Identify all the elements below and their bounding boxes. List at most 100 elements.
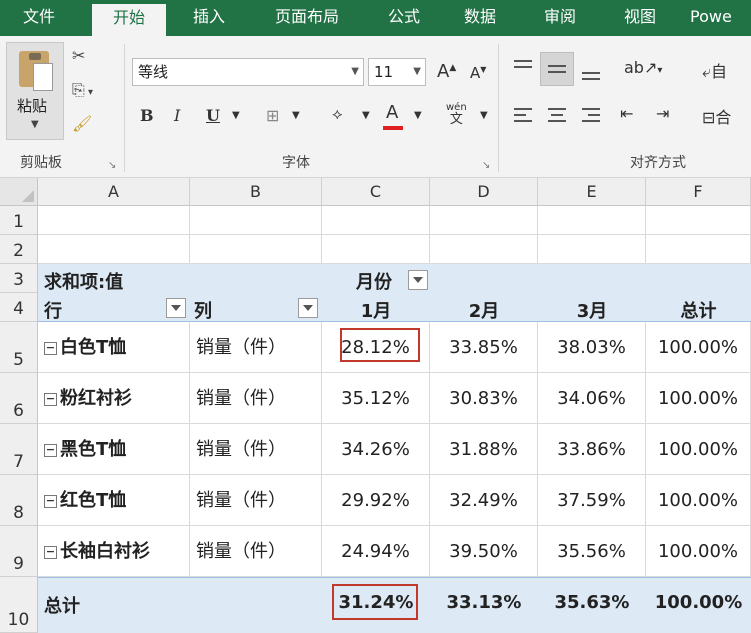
row-header[interactable]: 4 [0, 293, 38, 322]
pivot-value-cell[interactable]: 100.00% [646, 373, 751, 424]
row-header[interactable]: 1 [0, 206, 38, 235]
cell[interactable] [538, 206, 646, 235]
align-bottom-button[interactable] [574, 52, 608, 86]
wrap-text-button[interactable]: ⤶自 [702, 58, 727, 82]
tab-view[interactable]: 视图 [608, 0, 672, 36]
pivot-value-cell[interactable]: 39.50% [430, 526, 538, 577]
pivot-value-cell[interactable]: 35.12% [322, 373, 430, 424]
font-name-field[interactable]: 等线 ▼ [132, 58, 364, 86]
align-middle-button[interactable] [540, 52, 574, 86]
cell[interactable] [430, 206, 538, 235]
tab-home[interactable]: 开始 [92, 4, 166, 36]
column-header-c[interactable]: C [322, 178, 430, 206]
collapse-icon[interactable]: − [44, 444, 57, 457]
col-filter-button[interactable] [298, 298, 318, 318]
decrease-indent-icon[interactable]: ⇤ [620, 104, 633, 123]
chevron-down-icon[interactable]: ▼ [414, 110, 422, 121]
grow-font-button[interactable]: A▲ [437, 61, 456, 82]
pivot-value-cell[interactable]: 29.92% [322, 475, 430, 526]
align-right-button[interactable] [574, 98, 608, 132]
pivot-value-cell[interactable]: 31.88% [430, 424, 538, 475]
collapse-icon[interactable]: − [44, 495, 57, 508]
pivot-measure-cell[interactable]: 销量（件） [190, 322, 322, 373]
row-header[interactable]: 6 [0, 373, 38, 424]
pivot-row-item[interactable]: − 长袖白衬衫 [38, 526, 190, 577]
format-painter-icon[interactable]: 🖌 [72, 114, 92, 133]
grand-total-value[interactable]: 33.13% [430, 592, 538, 613]
cell[interactable] [322, 235, 430, 264]
collapse-icon[interactable]: − [44, 342, 57, 355]
increase-indent-icon[interactable]: ⇥ [656, 104, 669, 123]
cell[interactable] [38, 206, 190, 235]
cell[interactable] [38, 235, 190, 264]
align-left-button[interactable] [506, 98, 540, 132]
collapse-icon[interactable]: − [44, 393, 57, 406]
cell[interactable] [322, 206, 430, 235]
pivot-value-cell[interactable]: 35.56% [538, 526, 646, 577]
row-header[interactable]: 9 [0, 526, 38, 577]
tab-insert[interactable]: 插入 [174, 0, 244, 36]
italic-button[interactable]: I [174, 106, 180, 125]
chevron-down-icon[interactable]: ▼ [292, 110, 300, 121]
chevron-down-icon[interactable]: ▼ [362, 110, 370, 121]
cell[interactable] [646, 235, 751, 264]
font-color-icon[interactable]: A [386, 102, 398, 123]
pivot-value-cell[interactable]: 100.00% [646, 475, 751, 526]
align-center-button[interactable] [540, 98, 574, 132]
phonetic-guide-button[interactable]: wén 文 [446, 102, 467, 126]
paste-button[interactable]: 粘贴 ▼ [6, 42, 64, 140]
row-header[interactable]: 8 [0, 475, 38, 526]
row-header[interactable]: 2 [0, 235, 38, 264]
font-size-field[interactable]: 11 ▼ [368, 58, 426, 86]
tab-power[interactable]: Powe [690, 0, 751, 36]
fill-color-icon[interactable]: ⟡ [332, 104, 343, 124]
borders-icon[interactable]: ⊞ [266, 106, 279, 125]
tab-data[interactable]: 数据 [448, 0, 512, 36]
pivot-measure-cell[interactable]: 销量（件） [190, 526, 322, 577]
chevron-down-icon[interactable]: ▼ [480, 110, 488, 121]
cut-icon[interactable]: ✂ [72, 46, 85, 65]
copy-icon[interactable]: ⎘ ▾ [72, 80, 93, 100]
pivot-value-cell[interactable]: 37.59% [538, 475, 646, 526]
column-header-a[interactable]: A [38, 178, 190, 206]
collapse-icon[interactable]: − [44, 546, 57, 559]
cell[interactable] [190, 235, 322, 264]
column-header-b[interactable]: B [190, 178, 322, 206]
column-header-e[interactable]: E [538, 178, 646, 206]
pivot-row-item[interactable]: − 粉红衬衫 [38, 373, 190, 424]
cell[interactable] [430, 235, 538, 264]
tab-review[interactable]: 审阅 [528, 0, 592, 36]
row-header[interactable]: 7 [0, 424, 38, 475]
pivot-value-cell[interactable]: 24.94% [322, 526, 430, 577]
pivot-row-item[interactable]: − 红色T恤 [38, 475, 190, 526]
row-filter-button[interactable] [166, 298, 186, 318]
cell[interactable] [646, 206, 751, 235]
shrink-font-button[interactable]: A▼ [470, 64, 486, 82]
pivot-value-cell[interactable]: 30.83% [430, 373, 538, 424]
pivot-row-item[interactable]: − 黑色T恤 [38, 424, 190, 475]
bold-button[interactable]: B [140, 106, 154, 125]
underline-button[interactable]: U [206, 106, 220, 125]
pivot-value-cell[interactable]: 32.49% [430, 475, 538, 526]
orientation-icon[interactable]: ab↗▾ [624, 58, 662, 77]
pivot-value-cell[interactable]: 33.86% [538, 424, 646, 475]
row-header[interactable]: 5 [0, 322, 38, 373]
chevron-down-icon[interactable]: ▼ [232, 110, 240, 121]
pivot-value-cell[interactable]: 38.03% [538, 322, 646, 373]
column-filter-button[interactable] [408, 270, 428, 290]
grand-total-value[interactable]: 35.63% [538, 592, 646, 613]
pivot-row-item[interactable]: − 白色T恤 [38, 322, 190, 373]
pivot-measure-cell[interactable]: 销量（件） [190, 424, 322, 475]
clipboard-launcher-icon[interactable]: ↘ [108, 160, 116, 171]
pivot-value-cell[interactable]: 100.00% [646, 526, 751, 577]
column-header-f[interactable]: F [646, 178, 751, 206]
tab-page-layout[interactable]: 页面布局 [255, 0, 359, 36]
pivot-measure-cell[interactable]: 销量（件） [190, 373, 322, 424]
tab-formulas[interactable]: 公式 [372, 0, 436, 36]
select-all-corner[interactable] [0, 178, 38, 206]
column-header-d[interactable]: D [430, 178, 538, 206]
pivot-value-cell[interactable]: 100.00% [646, 322, 751, 373]
align-top-button[interactable] [506, 52, 540, 86]
pivot-value-cell[interactable]: 100.00% [646, 424, 751, 475]
row-header[interactable]: 3 [0, 264, 38, 293]
